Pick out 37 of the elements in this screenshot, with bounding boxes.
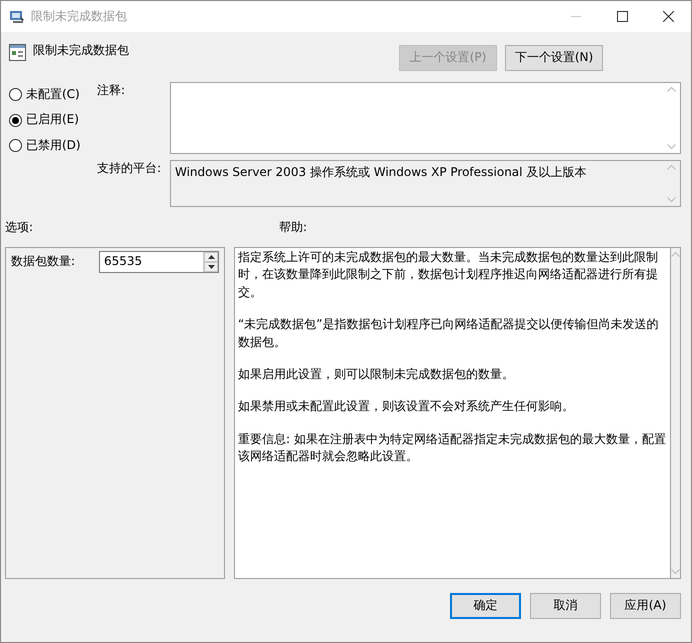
number-spinner[interactable]: 65535: [99, 251, 219, 273]
app-icon: [9, 10, 25, 24]
scroll-up-icon: [671, 252, 680, 257]
scroll-down-icon: [667, 197, 676, 202]
help-paragraph: 如果启用此设置，则可以限制未完成数据包的数量。: [238, 366, 515, 383]
window-title: 限制未完成数据包: [31, 8, 128, 25]
spin-up-icon[interactable]: [208, 255, 214, 259]
maximize-icon[interactable]: [616, 11, 628, 22]
scroll-down-icon: [671, 569, 680, 574]
options-label: 选项:: [5, 219, 34, 236]
radio-button[interactable]: [9, 88, 22, 102]
apply-button[interactable]: 应用(A): [610, 593, 681, 619]
cancel-button[interactable]: 取消: [530, 593, 601, 619]
help-paragraph: 重要信息: 如果在注册表中为特定网络适配器指定未完成数据包的最大数量，配置该网络适配器时就会忽略此设置。: [238, 430, 667, 466]
radio-button[interactable]: [9, 138, 22, 152]
option-label: 数据包数量:: [11, 253, 76, 270]
platform-label: 支持的平台:: [97, 160, 162, 177]
platform-text: Windows Server 2003 操作系统或 Windows XP Professional 及以上版本: [174, 164, 588, 181]
scroll-down-icon: [667, 144, 676, 149]
radio-label[interactable]: 已禁用(D): [26, 136, 81, 154]
comment-label: 注释:: [97, 82, 126, 99]
radio-label[interactable]: 未配置(C): [26, 86, 80, 104]
radio-button[interactable]: [9, 114, 22, 127]
ok-button[interactable]: 确定: [450, 593, 521, 619]
scroll-up-icon: [667, 165, 676, 170]
radio-label[interactable]: 已启用(E): [26, 111, 79, 129]
help-paragraph: “未完成数据包”是指数据包计划程序已向网络适配器提交以便传输但尚未发送的数据包。: [238, 316, 660, 351]
help-paragraph: 如果禁用或未配置此设置，则该设置不会对系统产生任何影响。: [238, 398, 575, 416]
help-paragraph: 指定系统上许可的未完成数据包的最大数量。当未完成数据包的数量达到此限制时，在该数量降到此限制之下前，数据包计划程序推迟向网络适配器进行所有提交。: [238, 249, 659, 301]
spin-down-icon[interactable]: [208, 265, 214, 269]
scroll-up-icon: [667, 87, 676, 92]
close-icon[interactable]: [662, 11, 674, 22]
next-setting-button[interactable]: 下一个设置(N): [505, 45, 603, 71]
comment-field[interactable]: [170, 82, 681, 154]
help-label: 帮助:: [279, 219, 308, 236]
policy-title: 限制未完成数据包: [33, 42, 130, 59]
policy-icon: [9, 44, 27, 62]
